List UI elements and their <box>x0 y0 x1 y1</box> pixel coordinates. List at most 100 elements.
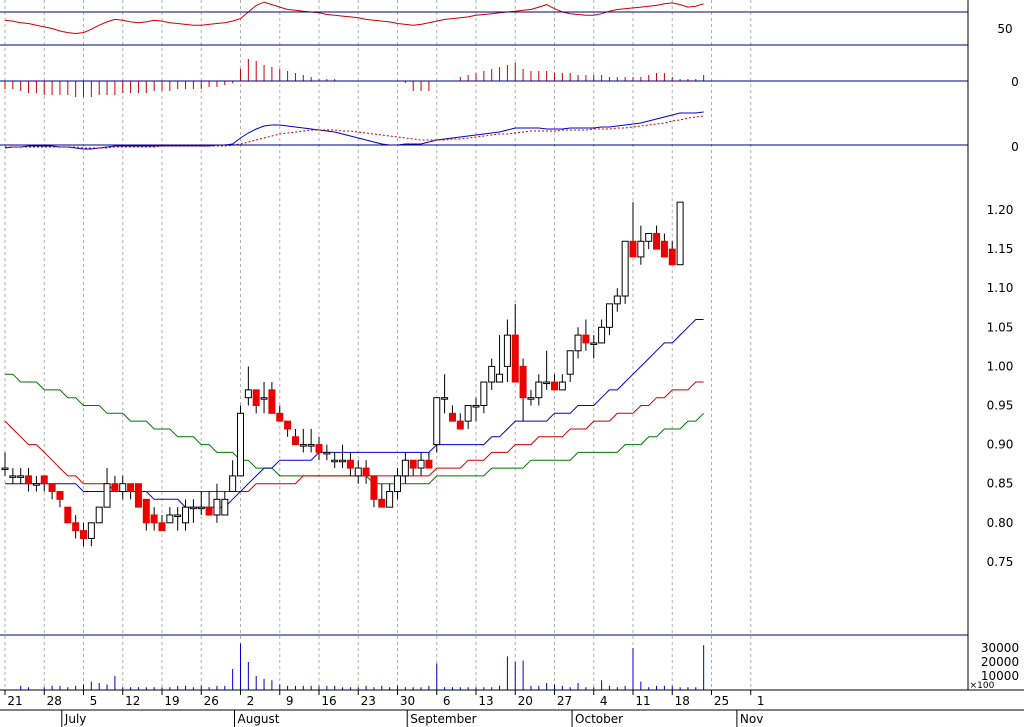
candle-down <box>48 483 56 493</box>
candle-up <box>174 514 182 517</box>
macd-panel: 0 <box>4 111 1019 154</box>
candle-up <box>32 483 40 486</box>
candle-down <box>80 530 87 539</box>
candle-down <box>370 475 378 500</box>
month-label: September <box>410 712 476 726</box>
price-tick-label: 1.05 <box>987 320 1014 334</box>
candle-up <box>621 240 629 297</box>
x-tick-label: 5 <box>90 694 98 708</box>
moving-average-mid <box>4 381 704 492</box>
candle-up <box>189 506 197 510</box>
candle-up <box>119 483 127 493</box>
candle-up <box>103 483 111 508</box>
x-tick-label: 27 <box>557 694 572 708</box>
candle-up <box>676 201 684 266</box>
x-tick-label: 21 <box>7 694 22 708</box>
candle-down <box>134 483 142 508</box>
candle-up <box>417 459 425 469</box>
candle-down <box>252 389 260 406</box>
x-tick-label: 9 <box>286 694 294 708</box>
candle-up <box>496 373 504 383</box>
candle-down <box>158 522 166 532</box>
volume-panel: 300002000010000×100 <box>20 641 1019 691</box>
candle-down <box>409 459 417 469</box>
x-tick-label: 19 <box>164 694 179 708</box>
candle-down <box>284 420 292 430</box>
price-tick-label: 1.00 <box>987 359 1014 373</box>
candle-down <box>511 334 519 383</box>
candle-up <box>323 451 331 455</box>
candle-down <box>291 436 299 446</box>
month-label: October <box>575 712 623 726</box>
candle-down <box>362 467 370 477</box>
price-tick-label: 0.85 <box>987 477 1014 491</box>
candle-up <box>433 397 441 446</box>
candle-up <box>331 459 339 463</box>
x-tick-label: 2 <box>247 694 255 708</box>
candle-down <box>56 491 64 500</box>
candle-down <box>315 444 323 453</box>
x-tick-label: 23 <box>361 694 376 708</box>
x-tick-label: 20 <box>518 694 533 708</box>
macd-histogram-panel: 0 <box>4 59 1019 97</box>
candle-down <box>551 381 558 391</box>
candle-up <box>221 498 229 516</box>
signal-line <box>5 115 704 149</box>
volume-tick-label: 30000 <box>981 641 1019 655</box>
candle-up <box>354 467 362 477</box>
candle-up <box>480 381 488 407</box>
candle-down <box>276 412 284 422</box>
x-tick-label: 11 <box>635 694 650 708</box>
candle-up <box>260 397 268 400</box>
month-label: August <box>238 712 280 726</box>
macd-zero-label: 0 <box>1011 140 1019 154</box>
candle-up <box>543 381 551 385</box>
candle-down <box>378 498 386 508</box>
candle-up <box>87 522 95 539</box>
candle-up <box>590 342 598 345</box>
candle-down <box>448 412 456 422</box>
price-tick-label: 0.75 <box>987 555 1014 569</box>
month-label: Nov <box>740 712 763 726</box>
candle-down <box>519 365 527 399</box>
vertical-grid <box>4 0 752 690</box>
candle-down <box>150 514 158 524</box>
candle-up <box>566 350 574 375</box>
candle-up <box>339 459 347 463</box>
x-tick-label: 16 <box>321 694 336 708</box>
candle-up <box>237 412 244 477</box>
candle-up <box>394 475 401 493</box>
candle-up <box>637 240 645 258</box>
x-tick-label: 30 <box>400 694 415 708</box>
candle-up <box>299 444 307 447</box>
candle-up <box>464 405 472 422</box>
month-label: July <box>64 712 87 726</box>
candle-up <box>386 491 394 508</box>
candle-up <box>535 381 543 399</box>
candle-up <box>307 444 315 447</box>
moving-average-long <box>5 373 704 485</box>
candle-up <box>527 397 535 400</box>
x-tick-label: 18 <box>675 694 690 708</box>
candle-up <box>558 381 566 391</box>
candle-up <box>17 475 25 478</box>
candle-down <box>127 483 135 493</box>
candle-down <box>456 420 464 430</box>
candle-up <box>197 506 205 510</box>
candle-down <box>653 232 661 250</box>
histogram-zero-label: 0 <box>1011 75 1019 89</box>
candle-down <box>668 248 676 266</box>
candle-down <box>205 506 213 516</box>
candle-up <box>503 334 511 367</box>
price-tick-label: 0.80 <box>987 516 1014 530</box>
candle-up <box>1 467 9 471</box>
price-tick-label: 1.15 <box>987 242 1014 256</box>
candle-up <box>213 498 221 516</box>
candle-down <box>64 506 72 524</box>
x-tick-label: 6 <box>443 694 451 708</box>
candle-down <box>111 483 119 493</box>
candle-up <box>645 232 653 242</box>
candle-up <box>9 475 17 478</box>
candle-up <box>95 506 103 524</box>
candle-up <box>441 397 449 400</box>
